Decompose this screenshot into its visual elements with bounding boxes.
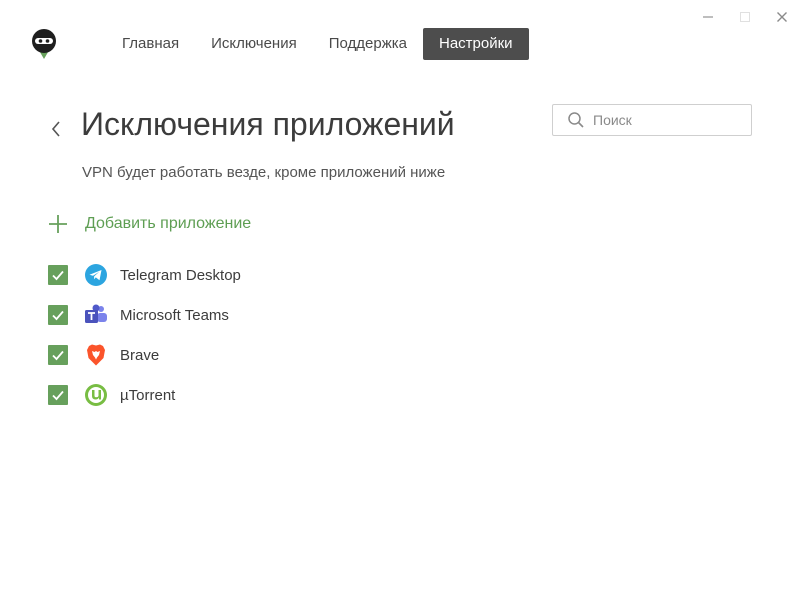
brave-icon bbox=[84, 343, 108, 367]
excluded-apps-list: Telegram Desktop Microsoft Teams Brave µ… bbox=[48, 255, 241, 415]
search-box bbox=[552, 104, 752, 136]
add-app-button[interactable]: Добавить приложение bbox=[48, 212, 251, 236]
close-icon bbox=[776, 12, 787, 22]
list-item: µTorrent bbox=[48, 375, 241, 415]
nav-item-support[interactable]: Поддержка bbox=[313, 28, 423, 60]
app-checkbox[interactable] bbox=[48, 265, 68, 285]
chevron-left-icon bbox=[51, 121, 60, 137]
app-checkbox[interactable] bbox=[48, 305, 68, 325]
checkmark-icon bbox=[52, 390, 64, 401]
search-icon bbox=[567, 111, 585, 129]
top-navigation: Главная Исключения Поддержка Настройки bbox=[106, 28, 529, 60]
app-name: Microsoft Teams bbox=[120, 306, 229, 324]
minimize-button[interactable] bbox=[689, 0, 726, 34]
page-subtitle: VPN будет работать везде, кроме приложен… bbox=[82, 164, 446, 181]
checkmark-icon bbox=[52, 310, 64, 321]
app-name: Brave bbox=[120, 346, 160, 364]
nav-item-home[interactable]: Главная bbox=[106, 28, 195, 60]
app-checkbox[interactable] bbox=[48, 385, 68, 405]
close-button[interactable] bbox=[763, 0, 800, 34]
app-logo bbox=[30, 28, 58, 60]
app-checkbox[interactable] bbox=[48, 345, 68, 365]
checkmark-icon bbox=[52, 270, 64, 281]
maximize-icon bbox=[739, 12, 750, 22]
nav-item-settings[interactable]: Настройки bbox=[423, 28, 529, 60]
maximize-button[interactable] bbox=[726, 0, 763, 34]
microsoft-teams-icon bbox=[84, 303, 108, 327]
add-app-label: Добавить приложение bbox=[85, 215, 252, 232]
list-item: Telegram Desktop bbox=[48, 255, 241, 295]
list-item: Microsoft Teams bbox=[48, 295, 241, 335]
list-item: Brave bbox=[48, 335, 241, 375]
minimize-icon bbox=[702, 16, 713, 18]
telegram-icon bbox=[84, 263, 108, 287]
checkmark-icon bbox=[52, 350, 64, 361]
page-title: Исключения приложений bbox=[81, 106, 455, 142]
search-input[interactable] bbox=[593, 112, 733, 128]
window-controls bbox=[689, 0, 800, 34]
app-name: µTorrent bbox=[120, 386, 176, 404]
back-button[interactable] bbox=[46, 116, 66, 142]
nav-item-exclusions[interactable]: Исключения bbox=[195, 28, 313, 60]
app-name: Telegram Desktop bbox=[120, 266, 241, 284]
plus-icon bbox=[48, 214, 68, 234]
utorrent-icon bbox=[84, 383, 108, 407]
ninja-shield-logo-icon bbox=[32, 29, 56, 59]
